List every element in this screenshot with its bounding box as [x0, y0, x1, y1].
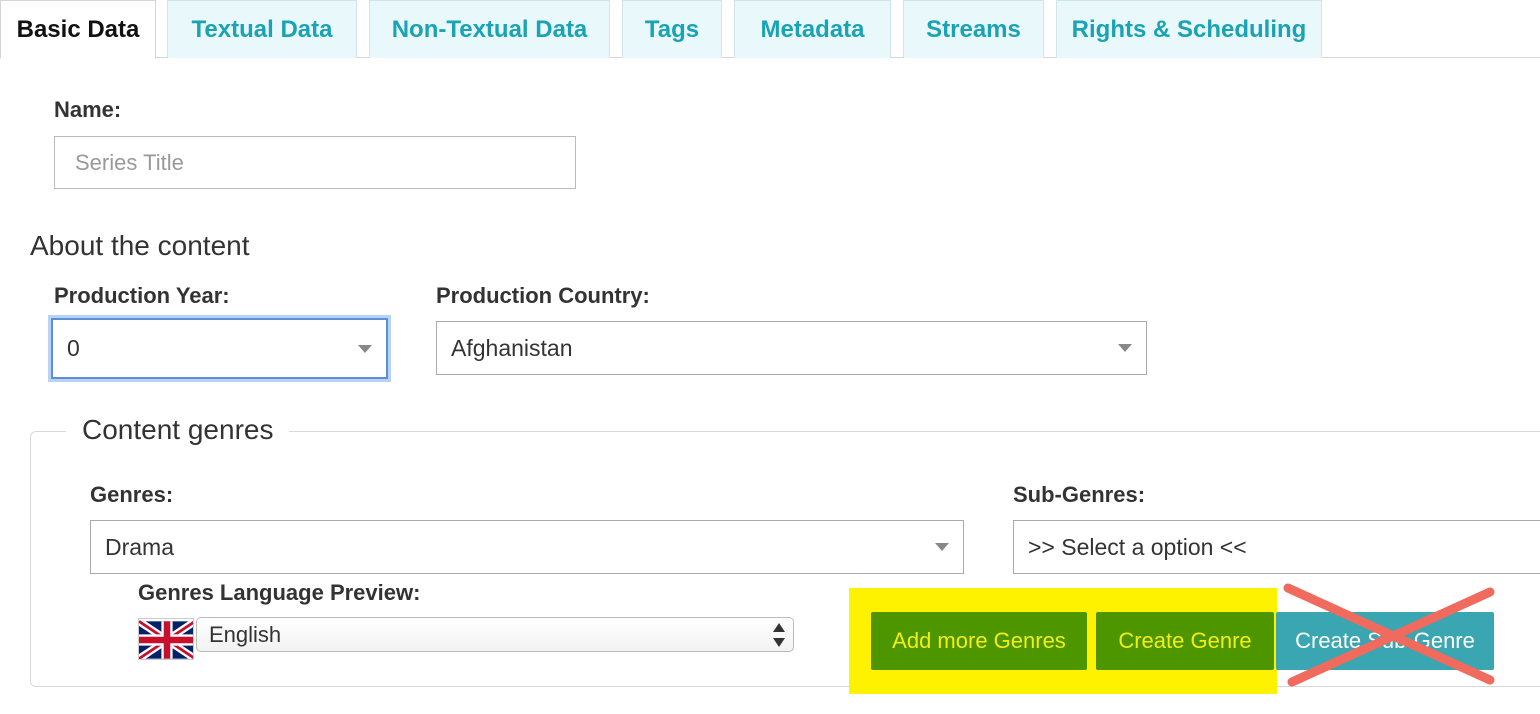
- tab-rights-scheduling[interactable]: Rights & Scheduling: [1056, 0, 1322, 58]
- tab-tags[interactable]: Tags: [622, 0, 722, 58]
- production-country-select[interactable]: Afghanistan: [436, 321, 1147, 375]
- up-down-arrows-icon: [773, 623, 785, 647]
- create-genre-button[interactable]: Create Genre: [1096, 612, 1274, 670]
- production-country-value: Afghanistan: [451, 334, 573, 361]
- sub-genres-label: Sub-Genres:: [1013, 482, 1146, 507]
- content-genres-legend: Content genres: [66, 414, 290, 446]
- production-year-select[interactable]: 0: [51, 318, 388, 379]
- tab-streams[interactable]: Streams: [903, 0, 1044, 58]
- production-year-value: 0: [67, 335, 80, 361]
- chevron-down-icon: [358, 344, 372, 353]
- sub-genres-value: >> Select a option <<: [1028, 533, 1247, 560]
- production-year-label: Production Year:: [54, 283, 230, 308]
- about-content-title: About the content: [30, 230, 250, 261]
- chevron-down-icon: [935, 543, 949, 551]
- chevron-down-icon: [1118, 344, 1132, 352]
- genres-select[interactable]: Drama: [90, 520, 964, 574]
- tab-non-textual-data[interactable]: Non-Textual Data: [369, 0, 610, 58]
- sub-genres-select[interactable]: >> Select a option <<: [1013, 520, 1540, 574]
- add-more-genres-button[interactable]: Add more Genres: [871, 612, 1087, 670]
- production-country-label: Production Country:: [436, 283, 650, 308]
- series-title-input[interactable]: Series Title: [54, 136, 576, 189]
- genres-label: Genres:: [90, 482, 174, 507]
- genres-language-value: English: [209, 621, 282, 647]
- create-sub-genre-button[interactable]: Create Sub-Genre: [1276, 612, 1494, 670]
- tab-basic-data[interactable]: Basic Data: [0, 0, 156, 59]
- genres-language-select[interactable]: English: [196, 617, 794, 652]
- name-label: Name:: [54, 97, 122, 122]
- tab-textual-data[interactable]: Textual Data: [167, 0, 357, 58]
- genres-value: Drama: [105, 533, 175, 560]
- genres-language-preview-label: Genres Language Preview:: [138, 580, 421, 605]
- tab-metadata[interactable]: Metadata: [734, 0, 891, 58]
- series-title-placeholder: Series Title: [75, 149, 184, 175]
- uk-flag-icon: [138, 618, 194, 660]
